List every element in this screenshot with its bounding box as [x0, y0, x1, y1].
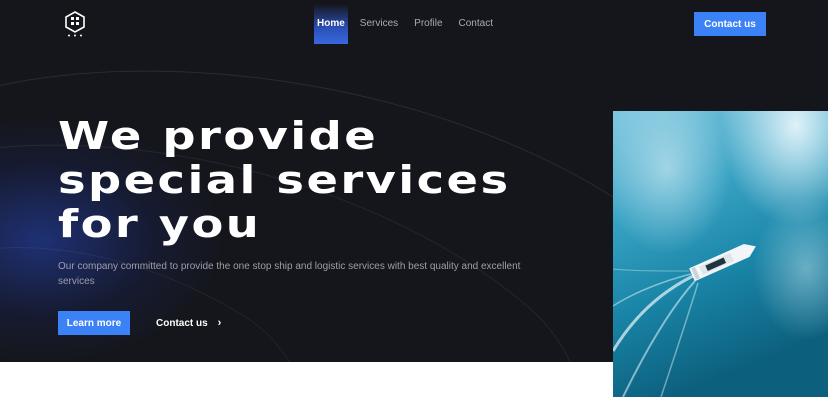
nav-item-contact[interactable]: Contact — [451, 4, 501, 44]
hexagon-logo-icon[interactable] — [64, 11, 86, 37]
nav-item-profile[interactable]: Profile — [406, 4, 450, 44]
chevron-right-icon: › — [217, 317, 222, 329]
nav-item-services[interactable]: Services — [352, 4, 406, 44]
main-nav: Home Services Profile Contact — [314, 4, 501, 44]
learn-more-button[interactable]: Learn more — [58, 311, 130, 335]
header-contact-button[interactable]: Contact us — [694, 12, 766, 36]
hero-contact-label: Contact us — [156, 317, 208, 329]
nav-item-home[interactable]: Home — [314, 4, 348, 44]
ship-aerial-photo — [613, 111, 828, 397]
hero-subtitle: Our company committed to provide the one… — [58, 261, 521, 287]
hero-contact-button[interactable]: Contact us › — [156, 311, 221, 335]
